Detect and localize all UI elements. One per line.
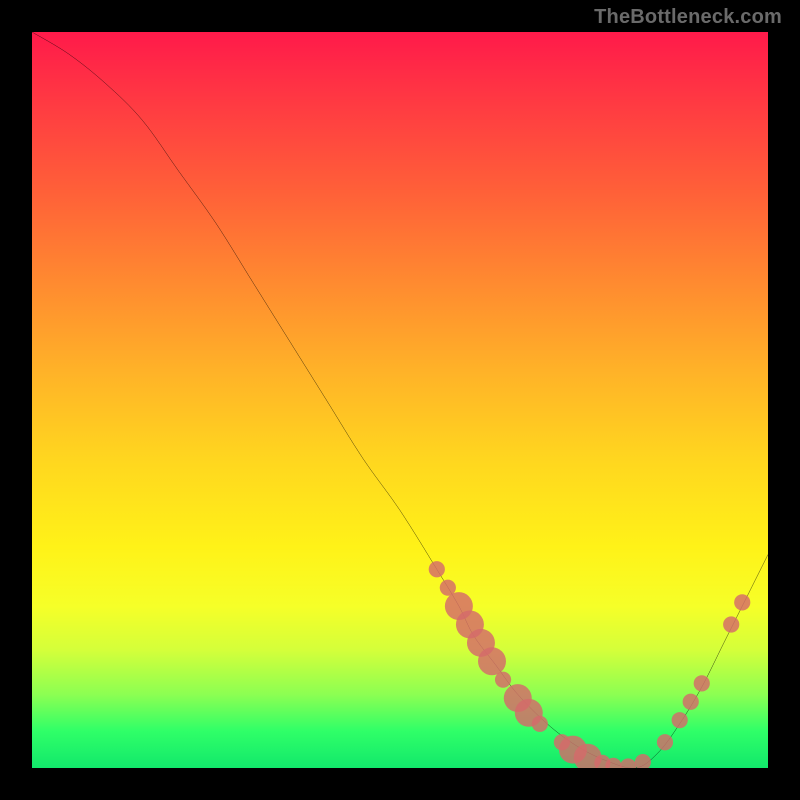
- curve-marker: [683, 694, 699, 710]
- curve-marker: [672, 712, 688, 728]
- curve-marker: [532, 716, 548, 732]
- curve-marker: [478, 647, 506, 675]
- curve-marker: [657, 734, 673, 750]
- marker-group: [429, 561, 751, 768]
- curve-marker: [694, 675, 710, 691]
- curve-marker: [429, 561, 445, 577]
- plot-area: [32, 32, 768, 768]
- curve-marker: [635, 754, 651, 768]
- curve-marker: [723, 616, 739, 632]
- bottleneck-curve: [32, 32, 768, 768]
- curve-marker: [734, 594, 750, 610]
- curve-marker: [495, 672, 511, 688]
- watermark-text: TheBottleneck.com: [594, 6, 782, 29]
- curve-marker: [620, 758, 636, 768]
- plot-svg: [32, 32, 768, 768]
